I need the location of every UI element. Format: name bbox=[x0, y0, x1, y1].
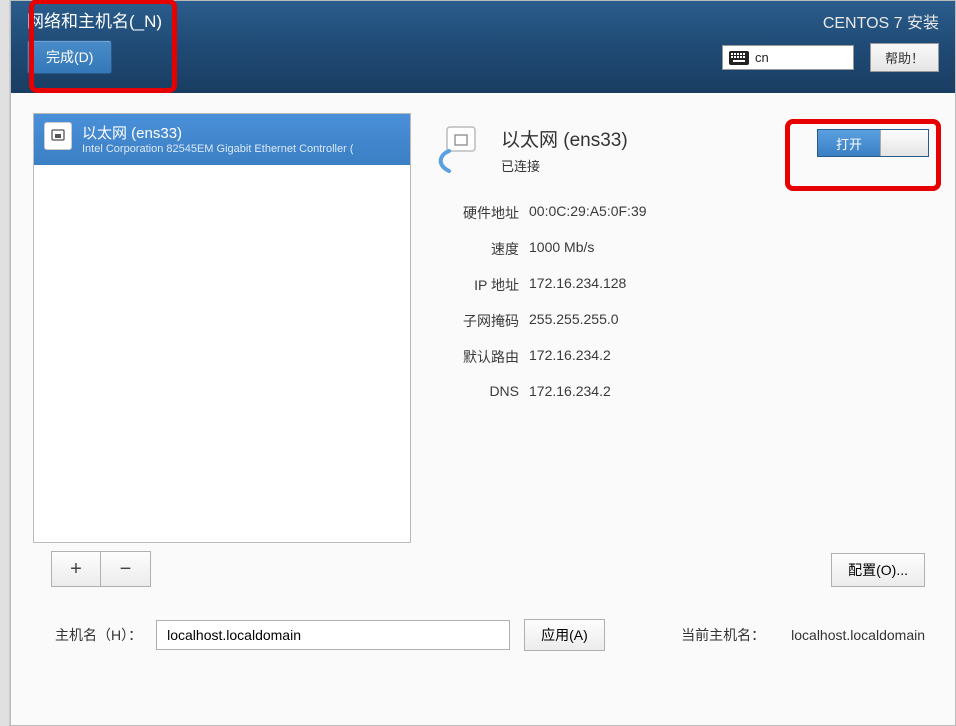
add-device-button[interactable]: + bbox=[51, 551, 101, 587]
ip-value: 172.16.234.128 bbox=[529, 275, 933, 295]
speed-value: 1000 Mb/s bbox=[529, 239, 933, 259]
speed-label: 速度 bbox=[429, 239, 519, 259]
ethernet-icon bbox=[44, 122, 72, 150]
device-add-remove: + − bbox=[51, 551, 151, 587]
detail-properties: 硬件地址 00:0C:29:A5:0F:39 速度 1000 Mb/s IP 地… bbox=[429, 203, 933, 399]
gw-value: 172.16.234.2 bbox=[529, 347, 933, 367]
hostname-input[interactable] bbox=[156, 620, 510, 650]
dns-label: DNS bbox=[429, 383, 519, 399]
device-list-item-text: 以太网 (ens33) Intel Corporation 82545EM Gi… bbox=[82, 122, 353, 155]
detail-status: 已连接 bbox=[501, 156, 628, 175]
body: 以太网 (ens33) Intel Corporation 82545EM Gi… bbox=[11, 93, 955, 563]
page-title: 网络和主机名(_N) bbox=[19, 3, 170, 40]
install-title: CENTOS 7 安装 bbox=[722, 9, 939, 33]
done-button[interactable]: 完成(D) bbox=[27, 40, 112, 74]
help-button[interactable]: 帮助！ bbox=[870, 43, 939, 72]
keyboard-icon bbox=[729, 51, 749, 65]
keyboard-layout-indicator[interactable]: cn bbox=[722, 45, 854, 70]
toggle-knob bbox=[880, 130, 928, 156]
current-hostname-label: 当前主机名： bbox=[681, 625, 765, 645]
detail-title: 以太网 (ens33) bbox=[501, 125, 628, 152]
device-list[interactable]: 以太网 (ens33) Intel Corporation 82545EM Gi… bbox=[33, 113, 411, 543]
dns-value: 172.16.234.2 bbox=[529, 383, 933, 399]
keyboard-layout-text: cn bbox=[755, 50, 769, 65]
configure-button[interactable]: 配置(O)... bbox=[831, 553, 925, 587]
hw-value: 00:0C:29:A5:0F:39 bbox=[529, 203, 933, 223]
connection-toggle[interactable]: 打开 bbox=[817, 129, 929, 157]
ethernet-large-icon bbox=[429, 121, 485, 177]
toggle-on-label: 打开 bbox=[818, 130, 880, 156]
header: 网络和主机名(_N) 完成(D) CENTOS 7 安装 cn 帮助！ bbox=[11, 1, 955, 93]
detail-pane: 以太网 (ens33) 已连接 打开 硬件地址 00:0C:29:A5:0F:3… bbox=[429, 113, 933, 543]
device-list-item-title: 以太网 (ens33) bbox=[82, 122, 353, 143]
network-spoke-window: 网络和主机名(_N) 完成(D) CENTOS 7 安装 cn 帮助！ bbox=[10, 0, 956, 726]
input-locale-row: cn 帮助！ bbox=[722, 43, 939, 72]
ip-label: IP 地址 bbox=[429, 275, 519, 295]
apply-hostname-button[interactable]: 应用(A) bbox=[524, 619, 605, 651]
gw-label: 默认路由 bbox=[429, 347, 519, 367]
mask-value: 255.255.255.0 bbox=[529, 311, 933, 331]
remove-device-button[interactable]: − bbox=[101, 551, 151, 587]
current-hostname-value: localhost.localdomain bbox=[791, 627, 925, 643]
header-right: CENTOS 7 安装 cn 帮助！ bbox=[722, 9, 939, 72]
device-list-item[interactable]: 以太网 (ens33) Intel Corporation 82545EM Gi… bbox=[34, 114, 410, 165]
header-left: 网络和主机名(_N) 完成(D) bbox=[19, 3, 170, 74]
device-list-item-subtitle: Intel Corporation 82545EM Gigabit Ethern… bbox=[82, 143, 353, 155]
hostname-row: 主机名（H）： 应用(A) 当前主机名： localhost.localdoma… bbox=[55, 619, 925, 651]
hw-label: 硬件地址 bbox=[429, 203, 519, 223]
left-strip bbox=[0, 0, 10, 726]
detail-head: 以太网 (ens33) 已连接 打开 bbox=[429, 121, 933, 177]
hostname-label: 主机名（H）： bbox=[55, 625, 142, 645]
mask-label: 子网掩码 bbox=[429, 311, 519, 331]
